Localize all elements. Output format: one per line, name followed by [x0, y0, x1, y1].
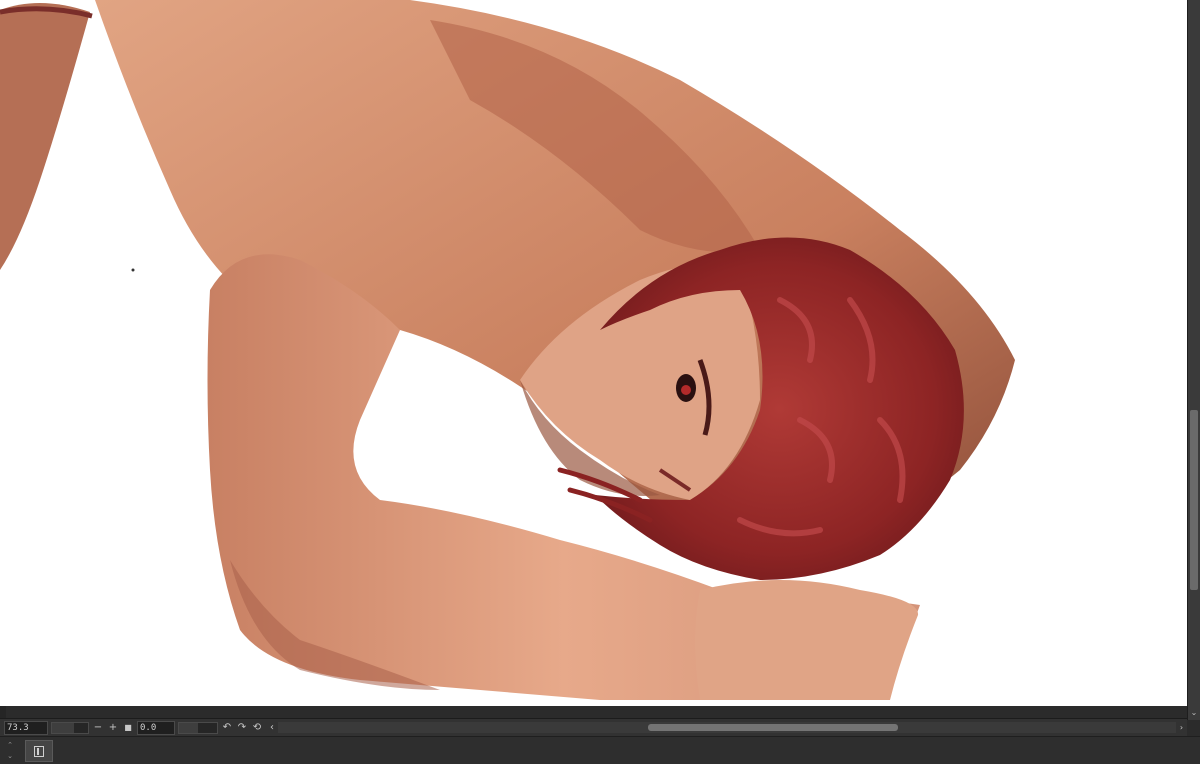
- horizontal-scroll-thumb[interactable]: [648, 724, 898, 731]
- drawing-canvas[interactable]: [0, 0, 1187, 706]
- collapse-arrows[interactable]: ⌃ ⌄: [5, 740, 15, 762]
- rotation-input[interactable]: 0.0: [137, 720, 175, 735]
- zoom-input[interactable]: 73.3: [4, 720, 48, 735]
- paint-app-window: ⌄ 73.3 − + ■ 0.0 ↶ ↷ ⟲ ‹ › ⌃ ⌄: [0, 0, 1200, 764]
- navigator-bar: 73.3 − + ■ 0.0 ↶ ↷ ⟲ ‹ ›: [0, 718, 1187, 736]
- rotate-right-icon[interactable]: ↷: [236, 722, 248, 734]
- reset-rotation-icon[interactable]: ⟲: [251, 722, 263, 734]
- artwork: [0, 0, 1015, 700]
- zoom-slider[interactable]: [51, 721, 89, 734]
- horizontal-scrollbar[interactable]: [278, 722, 1176, 733]
- vertical-scrollbar[interactable]: ⌄: [1187, 0, 1200, 720]
- vertical-scroll-thumb[interactable]: [1190, 410, 1198, 590]
- left-arm: [0, 2, 90, 270]
- zoom-out-button[interactable]: −: [92, 722, 104, 734]
- collapse-up-icon[interactable]: ⌃: [5, 740, 15, 751]
- panel-toggle-button[interactable]: [25, 740, 53, 762]
- fit-to-window-icon[interactable]: ■: [122, 722, 134, 734]
- scroll-left-arrow-icon[interactable]: ‹: [266, 722, 278, 734]
- collapse-down-icon[interactable]: ⌄: [5, 751, 15, 762]
- paint-speck: [131, 268, 135, 272]
- scroll-right-arrow-icon[interactable]: ›: [1176, 722, 1187, 733]
- panel-toggle-icon: [34, 745, 44, 757]
- scroll-down-arrow-icon[interactable]: ⌄: [1189, 708, 1199, 718]
- zoom-in-button[interactable]: +: [107, 722, 119, 734]
- hand: [695, 580, 919, 700]
- eye-iris: [681, 385, 691, 395]
- bottom-panel: ⌃ ⌄: [0, 736, 1200, 764]
- rotate-left-icon[interactable]: ↶: [221, 722, 233, 734]
- rotation-slider[interactable]: [178, 721, 218, 734]
